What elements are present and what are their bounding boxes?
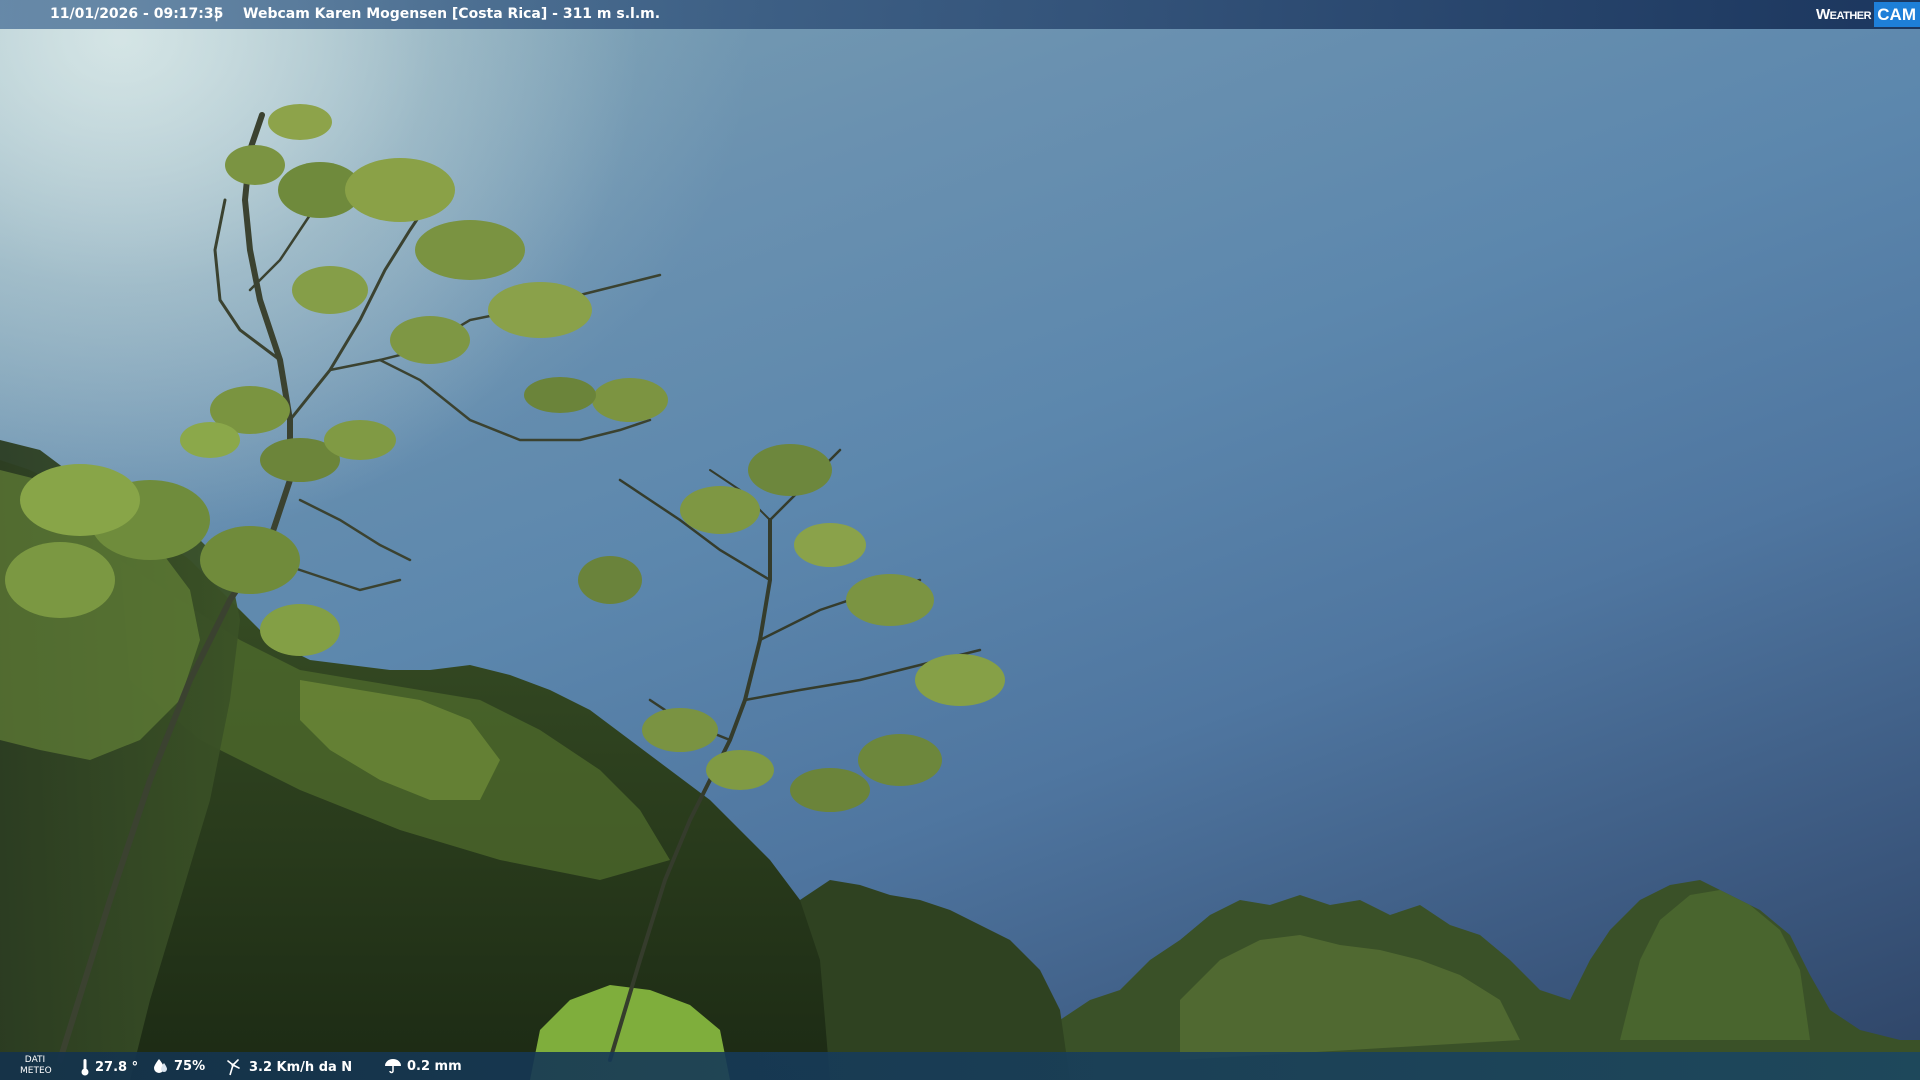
weather-data-label: DATI METEO — [20, 1055, 52, 1077]
humidity-reading: 75% — [153, 1058, 205, 1074]
weathercam-logo[interactable]: Weather CAM — [1816, 0, 1920, 29]
humidity-value: 75% — [174, 1058, 206, 1074]
webcam-title: Webcam Karen Mogensen [Costa Rica] - 311… — [243, 6, 661, 22]
temperature-value: 27.8 ° — [95, 1059, 139, 1075]
rain-value: 0.2 mm — [407, 1058, 462, 1074]
rain-reading: 0.2 mm — [384, 1058, 462, 1074]
wind-reading: 3.2 Km/h da N — [226, 1058, 352, 1076]
temperature-reading: 27.8 ° — [80, 1058, 138, 1076]
wind-icon — [227, 1059, 240, 1076]
logo-text-cam: CAM — [1874, 2, 1920, 27]
label-line-2: METEO — [20, 1066, 52, 1076]
landscape-scene — [0, 0, 1920, 1080]
weather-data-bar: DATI METEO 27.8 ° 75% 3.2 Km/h da N 0.2 … — [0, 1052, 1920, 1080]
capture-datetime: 11/01/2026 - 09:17:35 — [50, 6, 224, 22]
humidity-drop-icon — [154, 1059, 167, 1073]
thermometer-icon — [81, 1059, 89, 1076]
logo-text-weather: Weather — [1816, 6, 1872, 23]
webcam-image — [0, 0, 1920, 1080]
wind-value: 3.2 Km/h da N — [249, 1059, 353, 1075]
label-line-1: DATI — [24, 1055, 46, 1065]
header-separator: | — [214, 6, 220, 22]
rain-umbrella-icon — [385, 1059, 401, 1074]
webcam-header-bar: 11/01/2026 - 09:17:35 | Webcam Karen Mog… — [0, 0, 1920, 29]
